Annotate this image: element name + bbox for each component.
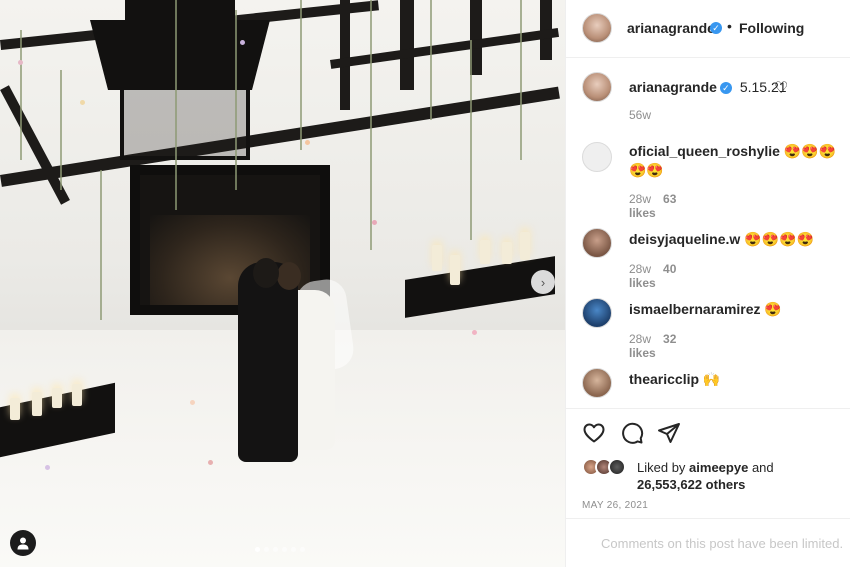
liked-by-user[interactable]: aimeepye [689, 460, 748, 475]
likes-count[interactable]: 26,553,622 others [637, 477, 745, 492]
carousel-dot [282, 547, 287, 552]
caption-age[interactable]: 56w [629, 108, 651, 122]
next-slide-button[interactable]: › [531, 270, 555, 294]
verified-badge-icon: ✓ [719, 82, 732, 95]
candle [432, 245, 442, 271]
petal [80, 100, 85, 105]
liked-by-prefix: Liked by [637, 460, 686, 475]
commenter-avatar[interactable] [582, 298, 612, 328]
candle [520, 232, 530, 260]
hanging-flower [470, 40, 472, 240]
petal [240, 40, 245, 45]
hanging-flower [430, 0, 432, 120]
comment-meta: 28w 63 likes [629, 192, 676, 220]
comment-meta: 28w 32 likes [629, 332, 676, 360]
author-avatar[interactable] [582, 13, 612, 43]
liker-avatar [608, 458, 626, 476]
comment-body: oficial_queen_roshylie 😍😍😍😍😍 [629, 142, 839, 180]
comment-body: ismaelbernaramirez 😍 [629, 300, 839, 319]
petal [472, 330, 477, 335]
comment-username[interactable]: oficial_queen_roshylie [629, 143, 780, 159]
groom-head [253, 258, 279, 288]
author-avatar[interactable] [582, 72, 612, 102]
petal [372, 220, 377, 225]
carousel-dot [300, 547, 305, 552]
action-bar [566, 408, 850, 452]
user-tag-button[interactable] [10, 530, 36, 556]
comment-age[interactable]: 28w [629, 332, 651, 346]
caption-username[interactable]: arianagrande [629, 79, 717, 95]
caption-meta: 56w [629, 108, 651, 122]
groom [238, 262, 298, 462]
heart-icon[interactable] [582, 421, 606, 445]
petal [18, 60, 23, 65]
petal [45, 465, 50, 470]
hanging-flower [235, 10, 237, 190]
hanging-flower [520, 0, 522, 160]
comment-body: thearicclip 🙌 [629, 370, 839, 389]
commenter-avatar[interactable] [582, 368, 612, 398]
post-header: arianagrande ✓ • Following [566, 0, 850, 58]
verified-badge-icon: ✓ [710, 22, 722, 34]
beam [400, 0, 414, 90]
comment-username[interactable]: thearicclip [629, 371, 699, 387]
liked-by-text: Liked by aimeepye and 26,553,622 others [637, 459, 774, 493]
user-tag-icon [17, 537, 29, 550]
comment-body: deisyjaqueline.w 😍😍😍😍 [629, 230, 839, 249]
petal [208, 460, 213, 465]
post-date[interactable]: MAY 26, 2021 [582, 500, 648, 511]
lantern [90, 0, 270, 165]
header-separator: • [727, 18, 732, 34]
author-username[interactable]: arianagrande [627, 20, 715, 36]
carousel-dots [255, 547, 305, 552]
comment-username[interactable]: ismaelbernaramirez [629, 301, 761, 317]
candle [450, 255, 460, 285]
hanging-flower [175, 0, 177, 210]
carousel-dot [264, 547, 269, 552]
post-photo[interactable]: › [0, 0, 565, 567]
comments-list[interactable]: arianagrande ✓ 5.15.21 ♡ 56w oficial_quee… [566, 58, 850, 408]
chevron-right-icon: › [540, 274, 546, 290]
comment-text: 🙌 [702, 371, 721, 387]
comment-age[interactable]: 28w [629, 262, 651, 276]
post-sidebar: arianagrande ✓ • Following arianagrande ✓… [565, 0, 850, 567]
beam [340, 0, 350, 110]
hanging-flower [300, 0, 302, 150]
following-button[interactable]: Following [739, 20, 804, 36]
hanging-flower [60, 70, 62, 190]
carousel-dot [291, 547, 296, 552]
hanging-flower [20, 30, 22, 160]
candle [10, 398, 20, 420]
candle [32, 392, 42, 416]
bride-head [277, 262, 301, 290]
commenter-avatar[interactable] [582, 142, 612, 172]
commenter-avatar[interactable] [582, 228, 612, 258]
comment-username[interactable]: deisyjaqueline.w [629, 231, 740, 247]
caption-body: arianagrande ✓ 5.15.21 [629, 78, 839, 97]
heart-icon[interactable]: ♡ [774, 78, 788, 98]
carousel-dot [255, 547, 260, 552]
candle [52, 388, 62, 408]
liked-by-mid: and [751, 460, 774, 475]
candle [502, 242, 512, 264]
comment-icon[interactable] [620, 421, 644, 445]
hanging-flower [100, 170, 102, 320]
comment-text: 😍😍😍😍 [744, 231, 814, 247]
comment-age[interactable]: 28w [629, 192, 651, 206]
candle [480, 240, 490, 264]
comments-limited-notice: Comments on this post have been limited. [566, 518, 850, 567]
petal [305, 140, 310, 145]
petal [190, 400, 195, 405]
candle [72, 384, 82, 406]
comment-text: 😍 [764, 301, 782, 317]
share-icon[interactable] [657, 421, 681, 445]
carousel-dot [273, 547, 278, 552]
liked-by: Liked by aimeepye and 26,553,622 others [582, 457, 842, 495]
hanging-flower [370, 0, 372, 250]
comment-meta: 28w 40 likes [629, 262, 676, 290]
